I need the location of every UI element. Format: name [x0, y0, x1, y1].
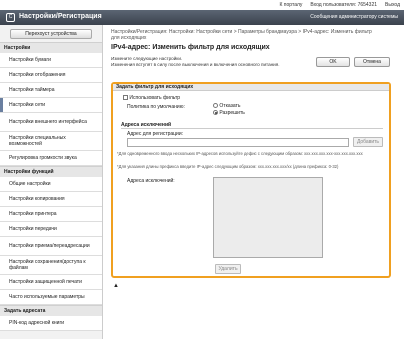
use-filter-label: Использовать фильтр — [129, 95, 181, 101]
sidebar-item-volume[interactable]: Регулировка громкости звука — [0, 151, 102, 166]
reject-radio[interactable] — [213, 103, 218, 109]
sidebar-section-functions: Настройки функций — [0, 166, 102, 177]
sidebar-item-external-interface[interactable]: Настройки внешнего интерфейса — [0, 113, 102, 132]
sidebar-item-display[interactable]: Настройки отображения — [0, 68, 102, 83]
admin-message-link[interactable]: Сообщения администратору системы — [310, 14, 398, 20]
top-bar: К порталу Вход пользователя: 7654321 Вых… — [0, 0, 404, 10]
hint-prefix: *Для указания длины префикса введите IP-… — [117, 164, 339, 169]
sidebar: Перехоуст устройства Настройки Настройки… — [0, 25, 103, 339]
outgoing-filter-panel: Задать фильтр для исходящих Использовать… — [111, 82, 391, 278]
breadcrumb: Настройки/Регистрация: Настройки: Настро… — [111, 29, 372, 41]
page-title: IPv4-адрес: Изменить фильтр для исходящи… — [111, 44, 270, 51]
main-content: Настройки/Регистрация: Настройки: Настро… — [108, 25, 400, 339]
delete-button[interactable]: Удалить — [215, 264, 241, 274]
user-id: 7654321 — [357, 2, 378, 8]
sidebar-item-network[interactable]: Настройки сети — [0, 98, 102, 113]
register-address-input[interactable] — [127, 138, 349, 147]
reject-label: Отказать — [219, 103, 241, 109]
sidebar-item-send[interactable]: Настройки передачи — [0, 222, 102, 237]
sidebar-item-paper[interactable]: Настройки бумаги — [0, 53, 102, 68]
sidebar-section-settings: Настройки — [0, 42, 102, 53]
sidebar-item-printer[interactable]: Настройки принтера — [0, 207, 102, 222]
note-line-2: Изменения вступят в силу после выключени… — [111, 61, 280, 67]
hint-range: *Для одновременного ввода нескольких IP-… — [117, 151, 363, 156]
allow-radio[interactable] — [213, 110, 218, 116]
register-address-label: Адрес для регистрации: — [127, 131, 184, 137]
default-policy-label: Политика по умолчанию: — [127, 104, 185, 110]
allow-label: Разрешить — [219, 110, 245, 116]
top-links: К порталу Вход пользователя: 7654321 Вых… — [280, 2, 401, 8]
login-user-label: Вход пользователя: 7654321 — [310, 2, 378, 8]
portal-button[interactable]: Перехоуст устройства — [10, 29, 92, 39]
sidebar-item-timer[interactable]: Настройки таймера — [0, 83, 102, 98]
sidebar-section-destination: Задать адресата — [0, 305, 102, 316]
sidebar-item-secure-print[interactable]: Настройки защищенной печати — [0, 275, 102, 290]
exception-list-label: Адреса исключений: — [127, 178, 175, 184]
sidebar-item-copy[interactable]: Настройки копирования — [0, 192, 102, 207]
sidebar-item-common[interactable]: Общие настройки — [0, 177, 102, 192]
sidebar-item-accessibility[interactable]: Настройки специальных возможностей — [0, 132, 102, 151]
sidebar-item-receive-forward[interactable]: Настройки приема/переадресации — [0, 237, 102, 256]
add-button[interactable]: Добавить — [353, 137, 383, 147]
sidebar-item-store-access[interactable]: Настройки сохранения/доступа к файлам — [0, 256, 102, 275]
reject-option: Отказать — [213, 103, 240, 109]
use-filter-checkbox[interactable] — [123, 95, 128, 101]
use-filter-row: Использовать фильтр — [123, 95, 180, 101]
cancel-button[interactable]: Отмена — [354, 57, 390, 67]
logout-link[interactable]: Выход — [385, 2, 400, 8]
sidebar-item-favorites[interactable]: Часто используемые параметры — [0, 290, 102, 305]
instruction-note: Измените следующие настройки. Изменения … — [111, 56, 311, 67]
exception-address-list[interactable] — [213, 177, 323, 258]
exception-section-title: Адреса исключений — [121, 122, 383, 129]
ok-button[interactable]: OK — [316, 57, 350, 67]
panel-title: Задать фильтр для исходящих — [113, 84, 389, 91]
portal-link[interactable]: К порталу — [280, 2, 303, 8]
app-header: C Настройки/Регистрация Сообщения админи… — [0, 10, 404, 25]
app-logo-icon: C — [6, 13, 15, 22]
app-title: Настройки/Регистрация — [19, 13, 102, 20]
sidebar-item-addressbook-pin[interactable]: PIN-код адресной книги — [0, 316, 102, 331]
allow-option: Разрешить — [213, 110, 245, 116]
scroll-top-icon[interactable]: ▲ — [113, 283, 119, 289]
